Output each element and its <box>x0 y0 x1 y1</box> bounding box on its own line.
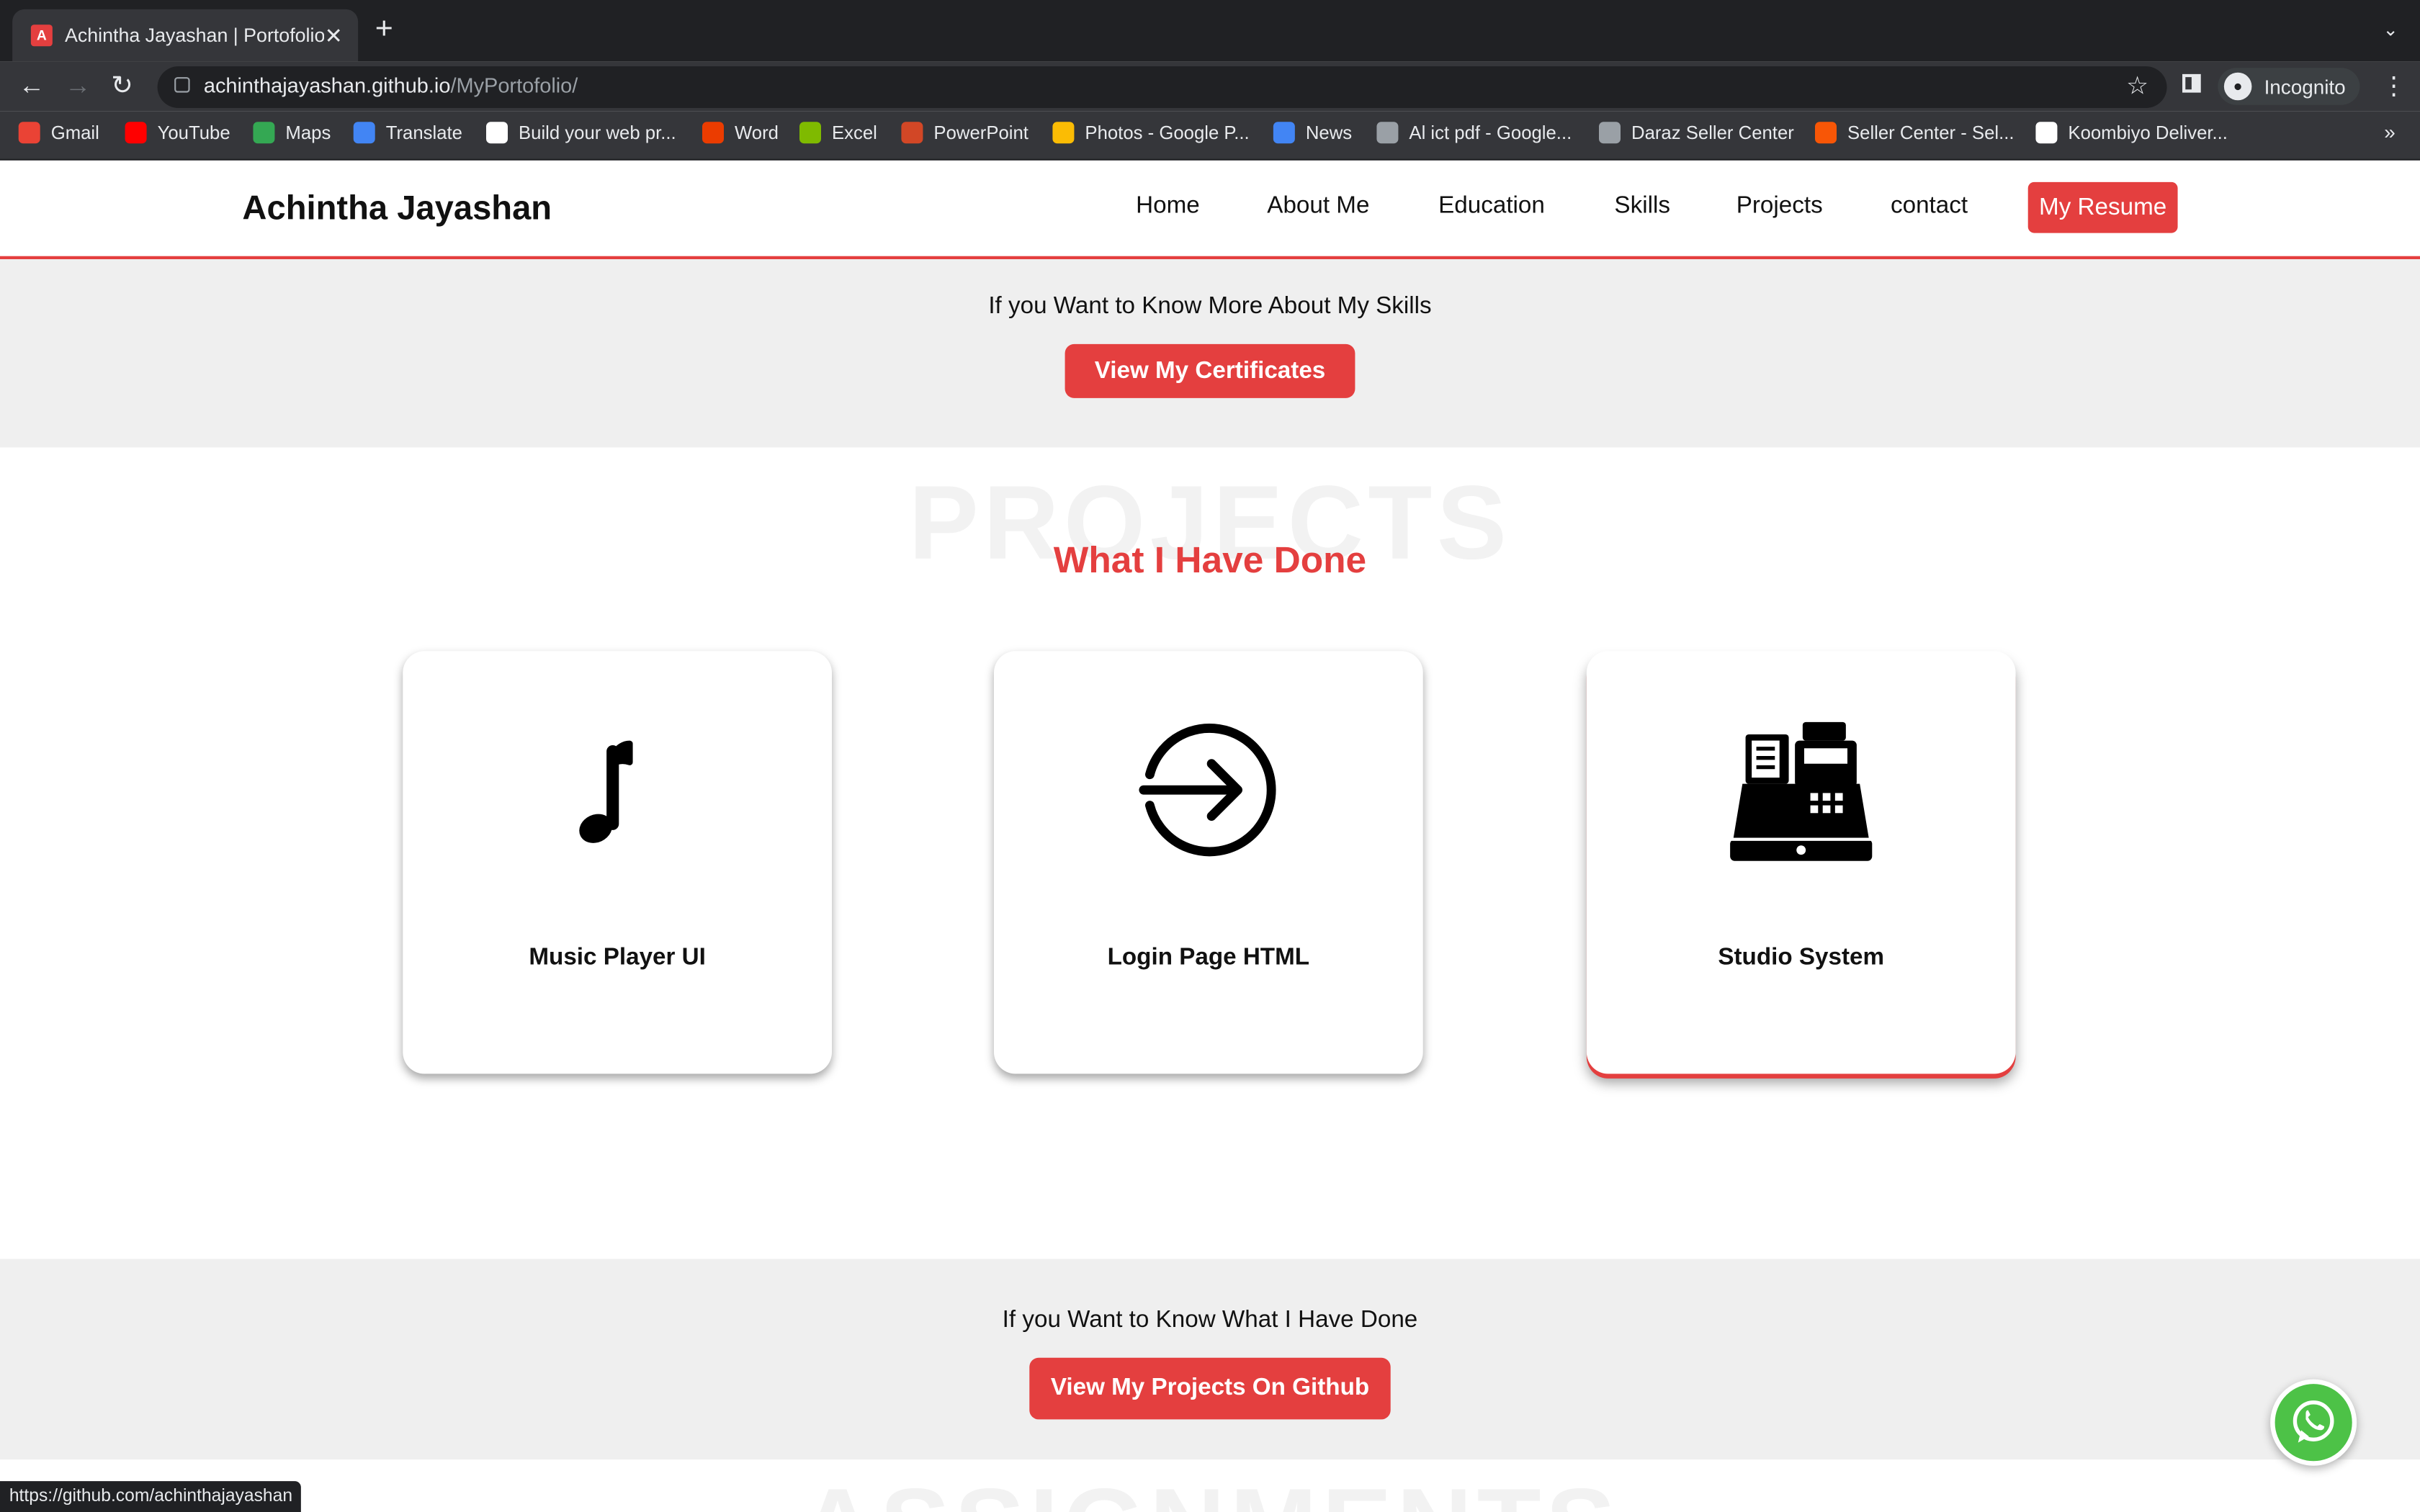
bookmark-item[interactable]: Translate <box>353 122 462 144</box>
tab-search-chevron-icon[interactable]: ⌄ <box>2383 19 2398 40</box>
nav-projects[interactable]: Projects <box>1736 193 1823 221</box>
side-panel-icon[interactable] <box>2182 73 2201 93</box>
bookmark-item[interactable]: News <box>1273 122 1353 144</box>
translate-icon <box>353 122 375 144</box>
cash-register-icon <box>1730 721 1873 861</box>
bookmark-label: Daraz Seller Center <box>1631 122 1794 144</box>
photos-icon <box>1052 122 1075 144</box>
bookmark-item[interactable]: Word <box>702 122 779 144</box>
bookmark-item[interactable]: Gmail <box>18 122 99 144</box>
news-icon <box>1273 122 1295 144</box>
incognito-badge[interactable]: ● Incognito <box>2218 68 2360 105</box>
bookmark-item[interactable]: Al ict pdf - Google... <box>1376 122 1572 144</box>
site-favicon-icon: A <box>30 24 53 47</box>
site-brand[interactable]: Achintha Jayashan <box>242 188 552 228</box>
address-bar[interactable]: achinthajayashan.github.io/MyPortofolio/… <box>157 66 2167 108</box>
incognito-icon: ● <box>2223 72 2252 101</box>
reload-icon[interactable]: ↻ <box>111 71 133 102</box>
link-status-bar: https://github.com/achinthajayashan <box>0 1481 302 1512</box>
bookmark-label: Translate <box>385 122 462 144</box>
sign-in-arrow-icon <box>1139 724 1276 857</box>
lock-icon <box>174 77 190 93</box>
browser-tab[interactable]: A Achintha Jayashan | Portofolio ✕ <box>12 9 359 62</box>
projects-cta-band: If you Want to Know What I Have Done Vie… <box>0 1259 2420 1460</box>
browser-toolbar: ← → ↻ achinthajayashan.github.io/MyPorto… <box>0 61 2420 112</box>
nav-home[interactable]: Home <box>1136 193 1200 221</box>
powerpoint-icon <box>901 122 923 144</box>
bookmark-label: Al ict pdf - Google... <box>1409 122 1572 144</box>
bookmark-label: YouTube <box>157 122 230 144</box>
gmail-icon <box>18 122 40 144</box>
tab-title: Achintha Jayashan | Portofolio <box>65 24 325 47</box>
daraz-icon <box>1815 122 1837 144</box>
bookmark-label: Excel <box>832 122 877 144</box>
google-icon <box>486 122 508 144</box>
assignments-background-heading: ASSIGNMENTS <box>0 1466 2420 1512</box>
browser-menu-icon[interactable]: ⋮ <box>2381 71 2406 102</box>
music-note-icon <box>579 740 633 843</box>
view-certificates-button[interactable]: View My Certificates <box>1065 343 1355 398</box>
project-label: Login Page HTML <box>1107 944 1310 971</box>
project-label: Studio System <box>1718 944 1885 971</box>
bookmark-label: News <box>1305 122 1353 144</box>
bookmarks-bar: Gmail YouTube Maps Translate Build your web … <box>0 111 2420 161</box>
project-card-login-page[interactable]: Login Page HTML <box>994 651 1423 1074</box>
nav-education[interactable]: Education <box>1438 193 1545 221</box>
bookmark-label: Word <box>734 122 779 144</box>
url-text: achinthajayashan.github.io/MyPortofolio/ <box>203 73 578 97</box>
bookmark-label: Build your web pr... <box>519 122 676 144</box>
bookmark-label: Koombiyo Deliver... <box>2068 122 2228 144</box>
bookmark-item[interactable]: Seller Center - Sel... <box>1815 122 2015 144</box>
back-arrow-icon[interactable]: ← <box>19 71 45 102</box>
globe-icon <box>1599 122 1621 144</box>
my-resume-button[interactable]: My Resume <box>2027 181 2178 233</box>
bookmark-item[interactable]: Koombiyo Deliver... <box>2035 122 2228 144</box>
tab-strip: A Achintha Jayashan | Portofolio ✕ + ⌄ <box>0 0 2420 62</box>
bookmark-item[interactable]: Daraz Seller Center <box>1599 122 1794 144</box>
view-github-projects-button[interactable]: View My Projects On Github <box>1029 1357 1391 1420</box>
bookmark-label: Gmail <box>50 122 99 144</box>
bookmark-item[interactable]: Photos - Google P... <box>1052 122 1250 144</box>
close-tab-icon[interactable]: ✕ <box>325 22 343 48</box>
maps-icon <box>253 122 275 144</box>
bookmark-label: Photos - Google P... <box>1085 122 1250 144</box>
bookmark-item[interactable]: Build your web pr... <box>486 122 676 144</box>
bookmark-star-icon[interactable]: ☆ <box>2126 71 2148 102</box>
project-label: Music Player UI <box>529 944 706 971</box>
projects-title: What I Have Done <box>1053 540 1367 582</box>
office-icon <box>702 122 724 144</box>
globe-icon <box>1376 122 1399 144</box>
whatsapp-icon <box>2293 1400 2334 1443</box>
whatsapp-button[interactable] <box>2270 1379 2357 1466</box>
koombiyo-icon <box>2035 122 2058 144</box>
portfolio-page: Achintha Jayashan Home About Me Educatio… <box>0 160 2420 1512</box>
youtube-icon <box>125 122 147 144</box>
nav-about-me[interactable]: About Me <box>1267 193 1369 221</box>
bookmark-item[interactable]: Excel <box>799 122 877 144</box>
forward-arrow-icon[interactable]: → <box>65 71 91 102</box>
bookmark-label: PowerPoint <box>933 122 1028 144</box>
bookmark-item[interactable]: Maps <box>253 122 331 144</box>
bookmark-label: Maps <box>285 122 331 144</box>
skills-cta-band: If you Want to Know More About My Skills… <box>0 259 2420 448</box>
microsoft-icon <box>799 122 821 144</box>
nav-contact[interactable]: contact <box>1891 193 1968 221</box>
skills-prompt: If you Want to Know More About My Skills <box>988 293 1432 320</box>
bookmark-item[interactable]: YouTube <box>125 122 230 144</box>
project-card-studio-system[interactable]: Studio System <box>1586 651 2016 1074</box>
projects-prompt: If you Want to Know What I Have Done <box>1002 1307 1418 1333</box>
bookmarks-overflow-icon[interactable]: » <box>2384 120 2396 143</box>
project-card-music-player[interactable]: Music Player UI <box>403 651 832 1074</box>
site-navbar: Achintha Jayashan Home About Me Educatio… <box>0 160 2420 259</box>
bookmark-label: Seller Center - Sel... <box>1847 122 2015 144</box>
bookmark-item[interactable]: PowerPoint <box>901 122 1028 144</box>
incognito-label: Incognito <box>2264 74 2346 99</box>
new-tab-button[interactable]: + <box>375 14 393 45</box>
nav-skills[interactable]: Skills <box>1614 193 1670 221</box>
